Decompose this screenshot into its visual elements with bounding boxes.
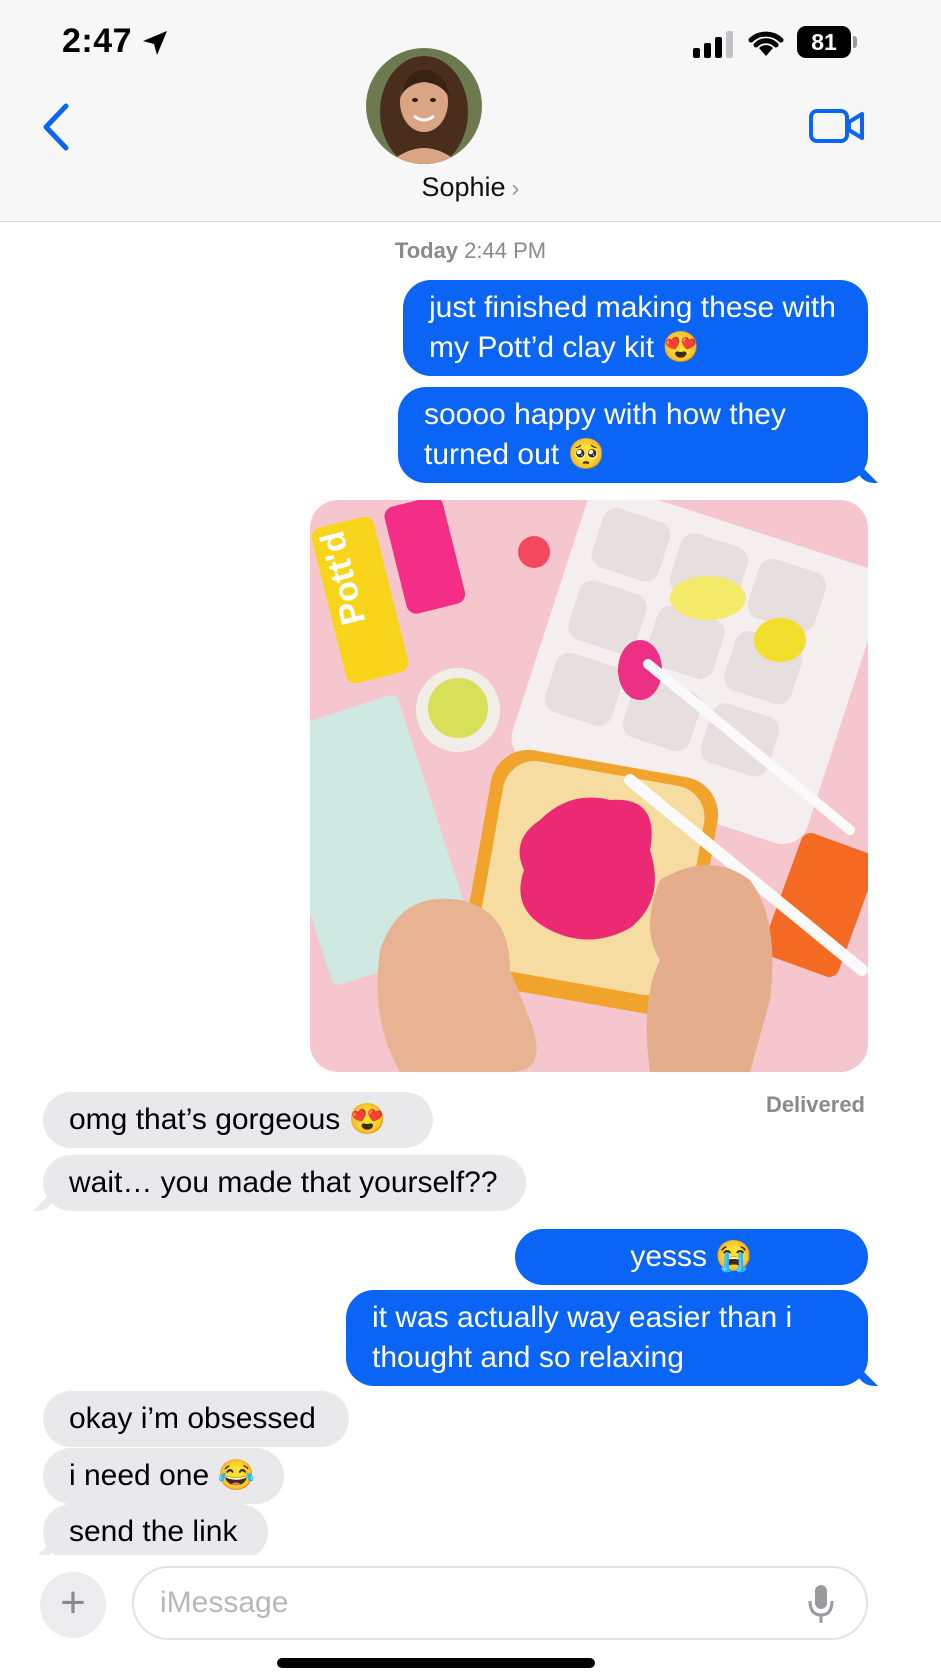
- chevron-left-icon[interactable]: [38, 100, 74, 154]
- message-bubble-sent[interactable]: it was actually way easier than i though…: [346, 1290, 868, 1386]
- message-bubble-received[interactable]: send the link: [43, 1504, 268, 1560]
- message-bubble-sent[interactable]: soooo happy with how they turned out 🥺: [398, 387, 868, 483]
- thread-timestamp: Today 2:44 PM: [0, 238, 941, 264]
- status-time: 2:47: [62, 22, 133, 60]
- cellular-signal-icon: [693, 31, 733, 58]
- chevron-right-icon: ›: [511, 175, 520, 202]
- wifi-icon: [748, 31, 784, 56]
- microphone-icon[interactable]: [806, 1583, 836, 1625]
- message-bubble-received[interactable]: wait… you made that yourself??: [43, 1155, 526, 1211]
- conversation-header: 2:47 81 Sophie ›: [0, 0, 941, 222]
- message-bubble-received[interactable]: i need one 😂: [43, 1448, 284, 1504]
- message-bubble-received[interactable]: okay i’m obsessed: [43, 1391, 349, 1447]
- message-bubble-received[interactable]: omg that’s gorgeous 😍: [43, 1092, 433, 1148]
- video-camera-icon[interactable]: [808, 104, 866, 148]
- avatar[interactable]: [366, 48, 482, 164]
- location-arrow-icon: [143, 31, 167, 55]
- battery-level: 81: [797, 26, 851, 58]
- plus-button[interactable]: +: [40, 1572, 106, 1638]
- timestamp-time: 2:44 PM: [464, 238, 547, 263]
- message-bubble-sent[interactable]: yesss 😭: [515, 1229, 868, 1285]
- clay-kit-photo: Pott'd: [310, 500, 868, 1072]
- battery-nub: [853, 36, 857, 48]
- contact-name: Sophie: [421, 172, 506, 202]
- battery-indicator: 81: [797, 26, 857, 58]
- avatar-image: [366, 48, 482, 164]
- contact-name-button[interactable]: Sophie ›: [0, 172, 941, 203]
- timestamp-day: Today: [394, 238, 459, 263]
- message-bubble-sent[interactable]: just finished making these with my Pott’…: [403, 280, 868, 376]
- delivered-status: Delivered: [765, 1092, 865, 1117]
- photo-attachment[interactable]: Pott'd: [310, 500, 868, 1072]
- message-input[interactable]: [132, 1566, 868, 1640]
- home-indicator: [277, 1658, 595, 1668]
- compose-bar: +: [0, 1555, 941, 1672]
